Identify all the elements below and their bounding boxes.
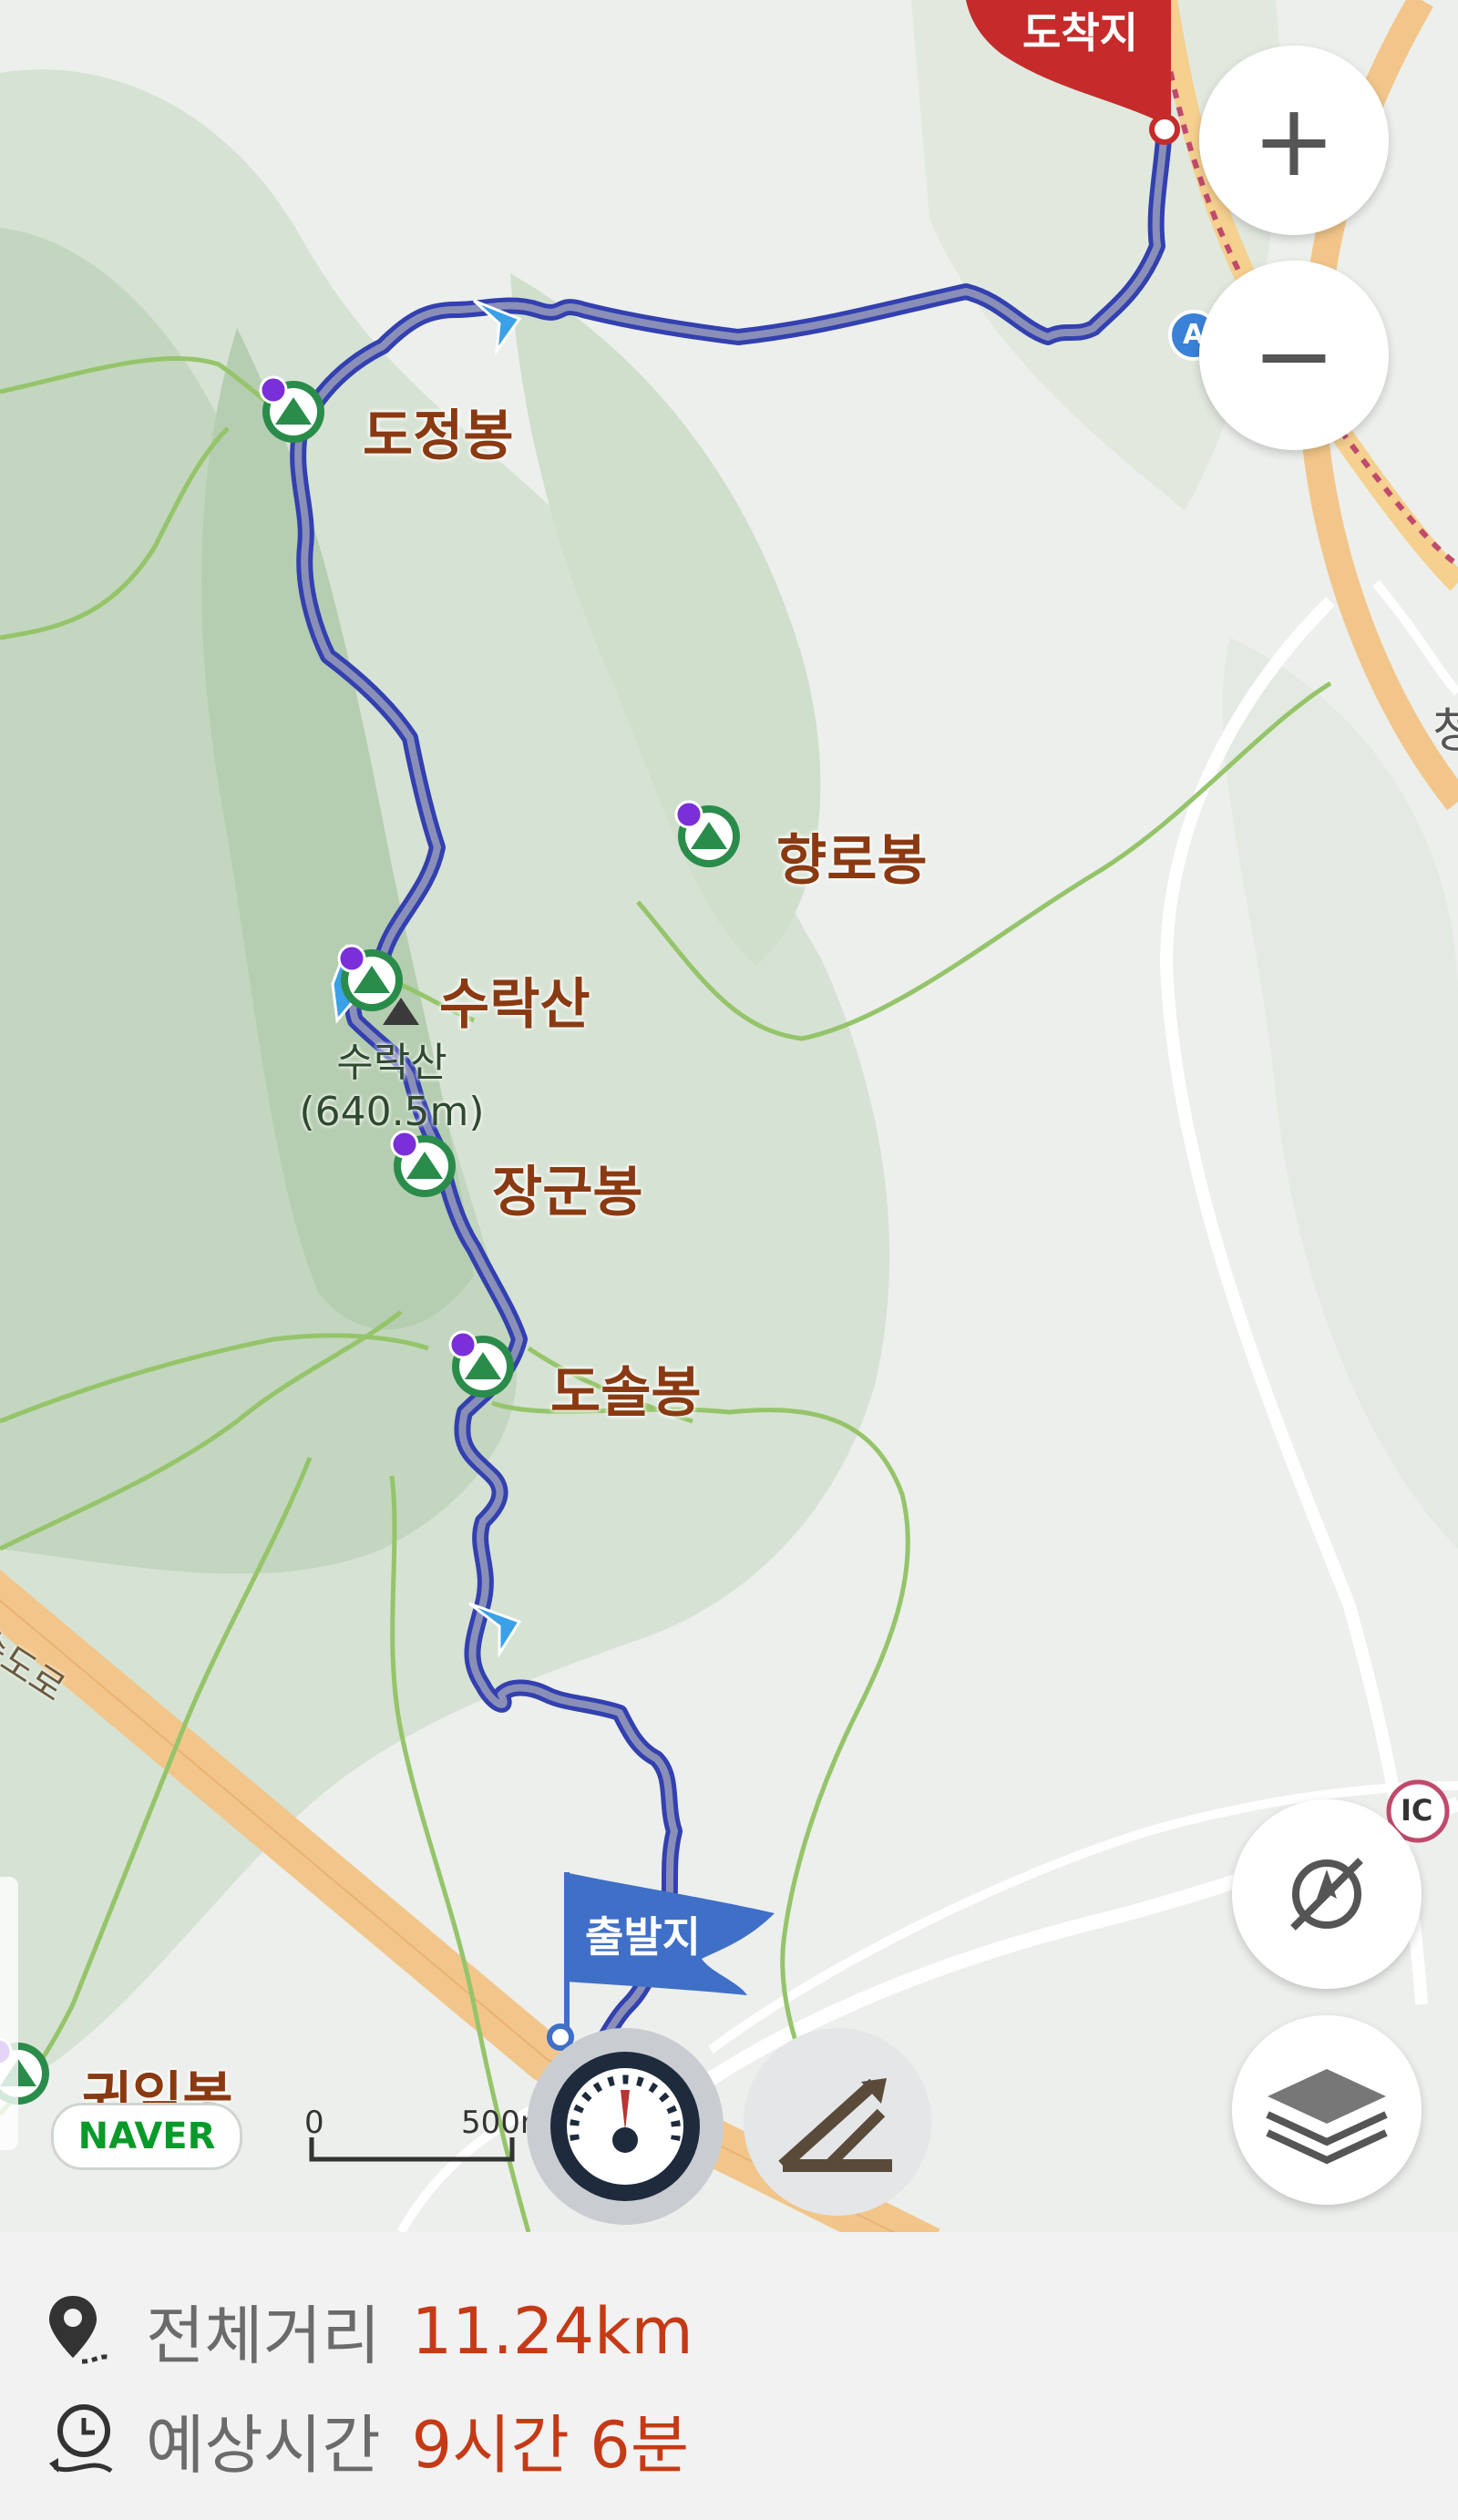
incline-icon — [778, 2078, 892, 2172]
end-flag-label[interactable]: 도착지 — [1022, 0, 1138, 60]
edge-place-label: 청 — [1432, 704, 1458, 759]
scale-start-label: 0 — [304, 2105, 324, 2141]
time-row: 예상시간 9시간 6분 — [46, 2394, 689, 2486]
distance-pin-icon — [49, 2295, 112, 2363]
route-summary-panel: 전체거리 11.24km 예상시간 9시간 6분 — [0, 2232, 1458, 2520]
peak-label-dojeongbong[interactable]: 도정봉 — [363, 392, 514, 471]
start-flag-label[interactable]: 출발지 — [585, 1904, 701, 1964]
peak-label-dosolbong[interactable]: 도솔봉 — [550, 1348, 702, 1428]
speedometer-icon — [550, 2052, 700, 2201]
side-drawer-handle[interactable] — [0, 1877, 18, 2150]
layers-button[interactable] — [1232, 2015, 1422, 2205]
distance-row: 전체거리 11.24km — [46, 2285, 693, 2377]
zoom-in-button[interactable]: + — [1199, 46, 1389, 235]
peak-label-suraksan[interactable]: 수락산 — [439, 960, 590, 1040]
ic-label: IC — [1401, 1793, 1433, 1828]
speed-button[interactable] — [527, 2028, 724, 2225]
summit-elevation: (640.5m) — [299, 1089, 485, 1135]
incline-button[interactable] — [744, 2028, 931, 2216]
distance-value: 11.24km — [411, 2293, 693, 2369]
distance-label: 전체거리 — [146, 2299, 381, 2373]
naver-logo: NAVER — [51, 2103, 242, 2170]
compass-off-icon — [1290, 1858, 1363, 1931]
time-value: 9시간 6분 — [411, 2408, 690, 2483]
zoom-out-button[interactable]: − — [1199, 261, 1389, 450]
peak-label-janggunbong[interactable]: 장군봉 — [492, 1148, 643, 1227]
summit-elevation-label: 수락산 (640.5m) — [292, 1039, 492, 1137]
map-area[interactable]: 도정봉 향로봉 수락산 장군봉 도솔봉 귀임봉 수락산 (640.5m) 도착지… — [0, 0, 1458, 2272]
layers-icon — [1266, 2069, 1388, 2165]
time-label: 예상시간 — [146, 2408, 381, 2483]
minus-icon: − — [1251, 297, 1337, 414]
summit-name: 수락산 — [336, 1040, 447, 1086]
plus-icon: + — [1251, 82, 1337, 199]
clock-route-icon — [49, 2403, 113, 2473]
compass-toggle-button[interactable] — [1232, 1799, 1422, 1989]
peak-label-hyangrobong[interactable]: 향로봉 — [776, 816, 928, 896]
